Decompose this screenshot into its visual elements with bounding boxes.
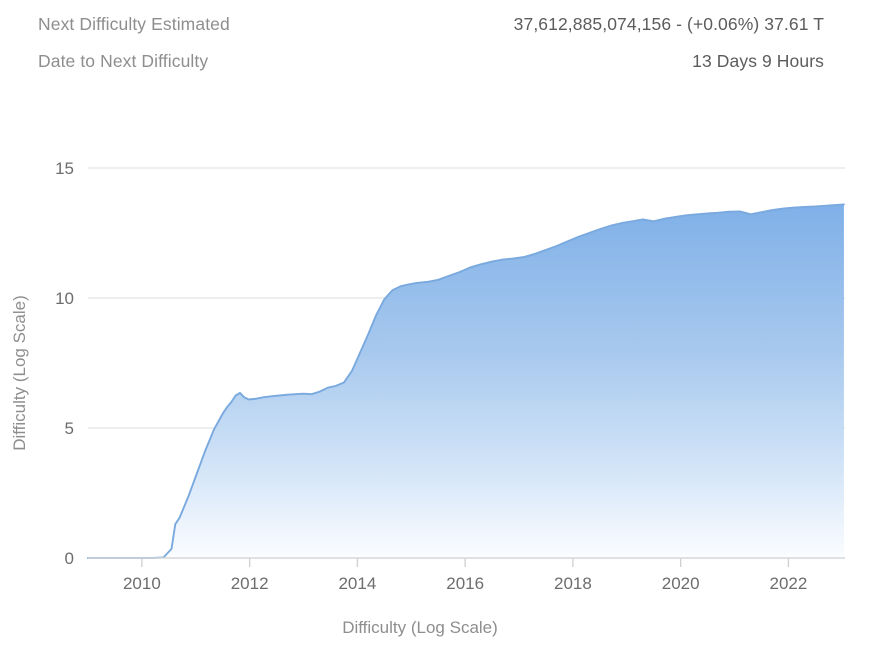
y-axis-tick-label: 15 [55,159,74,178]
y-axis-tick-label: 0 [65,549,74,568]
x-axis-tick-label: 2014 [338,574,376,593]
x-axis-tick-label: 2022 [770,574,808,593]
stat-value-next-difficulty-estimated: 37,612,885,074,156 - (+0.06%) 37.61 T [513,14,824,34]
chart-y-axis-title: Difficulty (Log Scale) [10,295,29,451]
y-axis-tick-label: 5 [65,419,74,438]
x-axis-tick-label: 2016 [446,574,484,593]
x-axis-tick-label: 2012 [231,574,269,593]
chart-x-axis-title: Difficulty (Log Scale) [342,618,498,637]
x-axis-tick-label: 2018 [554,574,592,593]
chart-x-axis-ticks [141,558,790,567]
y-axis-tick-label: 10 [55,289,74,308]
chart-y-tick-labels: 0 5 10 15 [55,159,74,568]
stat-label-next-difficulty-estimated: Next Difficulty Estimated [38,14,230,34]
stat-value-date-to-next-difficulty: 13 Days 9 Hours [692,51,824,71]
difficulty-log-scale-chart[interactable]: 0 5 10 15 2010 2012 2014 2016 2018 2020 2022 Diff… [0,118,880,669]
x-axis-tick-label: 2020 [662,574,700,593]
chart-svg: 0 5 10 15 2010 2012 2014 2016 2018 2020 2022 Diff… [10,159,845,637]
chart-x-tick-labels: 2010 2012 2014 2016 2018 2020 2022 [123,574,807,593]
x-axis-tick-label: 2010 [123,574,161,593]
stat-label-date-to-next-difficulty: Date to Next Difficulty [38,51,209,71]
difficulty-stats-panel: Next Difficulty Estimated 37,612,885,074… [0,0,880,102]
stat-row-next-difficulty-estimated: Next Difficulty Estimated 37,612,885,074… [0,0,880,51]
chart-area-fill [88,204,844,558]
stat-row-date-to-next-difficulty: Date to Next Difficulty 13 Days 9 Hours [0,51,880,102]
